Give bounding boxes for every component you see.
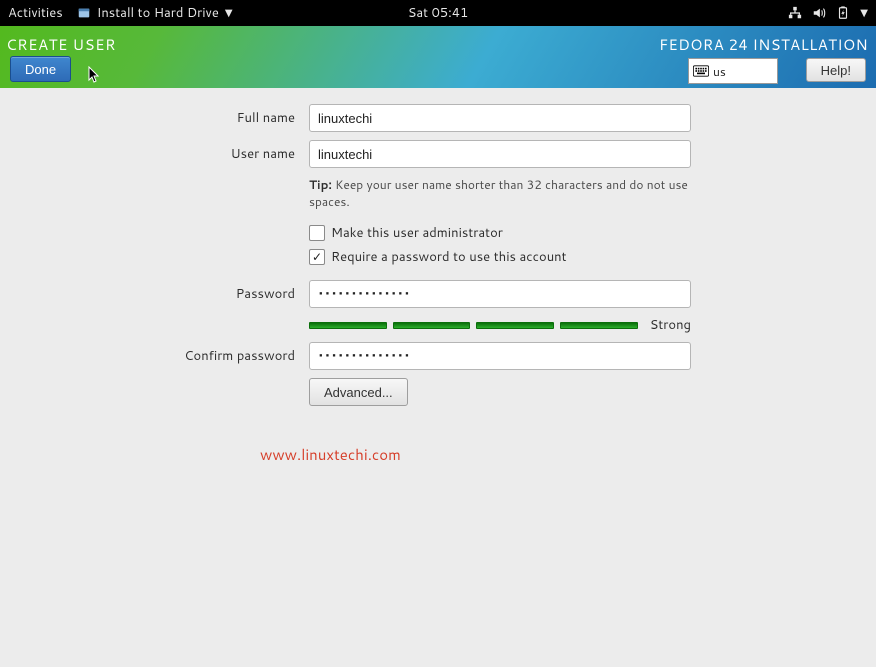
- chevron-down-icon: ▼: [860, 6, 868, 20]
- system-tray[interactable]: ▼: [788, 6, 868, 20]
- advanced-button[interactable]: Advanced...: [309, 378, 408, 406]
- make-admin-checkbox-row[interactable]: Make this user administrator: [309, 224, 691, 242]
- fullname-label: Full name: [0, 109, 309, 127]
- create-user-form: Full name User name Tip: Keep your user …: [0, 88, 876, 667]
- battery-icon: [836, 6, 850, 20]
- activities-button[interactable]: Activities: [8, 4, 63, 22]
- keyboard-icon: [693, 65, 709, 77]
- confirm-password-label: Confirm password: [0, 347, 309, 365]
- make-admin-label: Make this user administrator: [331, 224, 503, 242]
- require-password-label: Require a password to use this account: [331, 248, 567, 266]
- username-tip: Tip: Keep your user name shorter than 32…: [309, 176, 691, 210]
- chevron-down-icon: ▼: [225, 6, 233, 20]
- volume-icon: [812, 6, 826, 20]
- installer-title: FEDORA 24 INSTALLATION: [659, 34, 868, 55]
- require-password-checkbox[interactable]: [309, 249, 325, 265]
- done-button[interactable]: Done: [10, 56, 71, 82]
- username-label: User name: [0, 145, 309, 163]
- keyboard-layout-indicator[interactable]: us: [688, 58, 778, 84]
- confirm-password-input[interactable]: ••••••••••••••: [309, 342, 691, 370]
- installer-app-icon: [77, 6, 91, 20]
- require-password-checkbox-row[interactable]: Require a password to use this account: [309, 248, 691, 266]
- make-admin-checkbox[interactable]: [309, 225, 325, 241]
- password-strength-meter: Strong: [309, 316, 691, 334]
- page-title: CREATE USER: [6, 34, 116, 55]
- current-app-menu[interactable]: Install to Hard Drive ▼: [77, 4, 233, 22]
- username-input[interactable]: [309, 140, 691, 168]
- anaconda-header: CREATE USER Done FEDORA 24 INSTALLATION …: [0, 26, 876, 88]
- help-button[interactable]: Help!: [806, 58, 866, 82]
- gnome-top-bar: Activities Install to Hard Drive ▼ Sat 0…: [0, 0, 876, 26]
- password-input[interactable]: ••••••••••••••: [309, 280, 691, 308]
- watermark-text: www.linuxtechi.com: [260, 444, 401, 465]
- keyboard-layout-label: us: [713, 63, 726, 80]
- fullname-input[interactable]: [309, 104, 691, 132]
- current-app-label: Install to Hard Drive: [97, 4, 219, 22]
- password-label: Password: [0, 285, 309, 303]
- password-strength-label: Strong: [650, 316, 691, 334]
- network-icon: [788, 6, 802, 20]
